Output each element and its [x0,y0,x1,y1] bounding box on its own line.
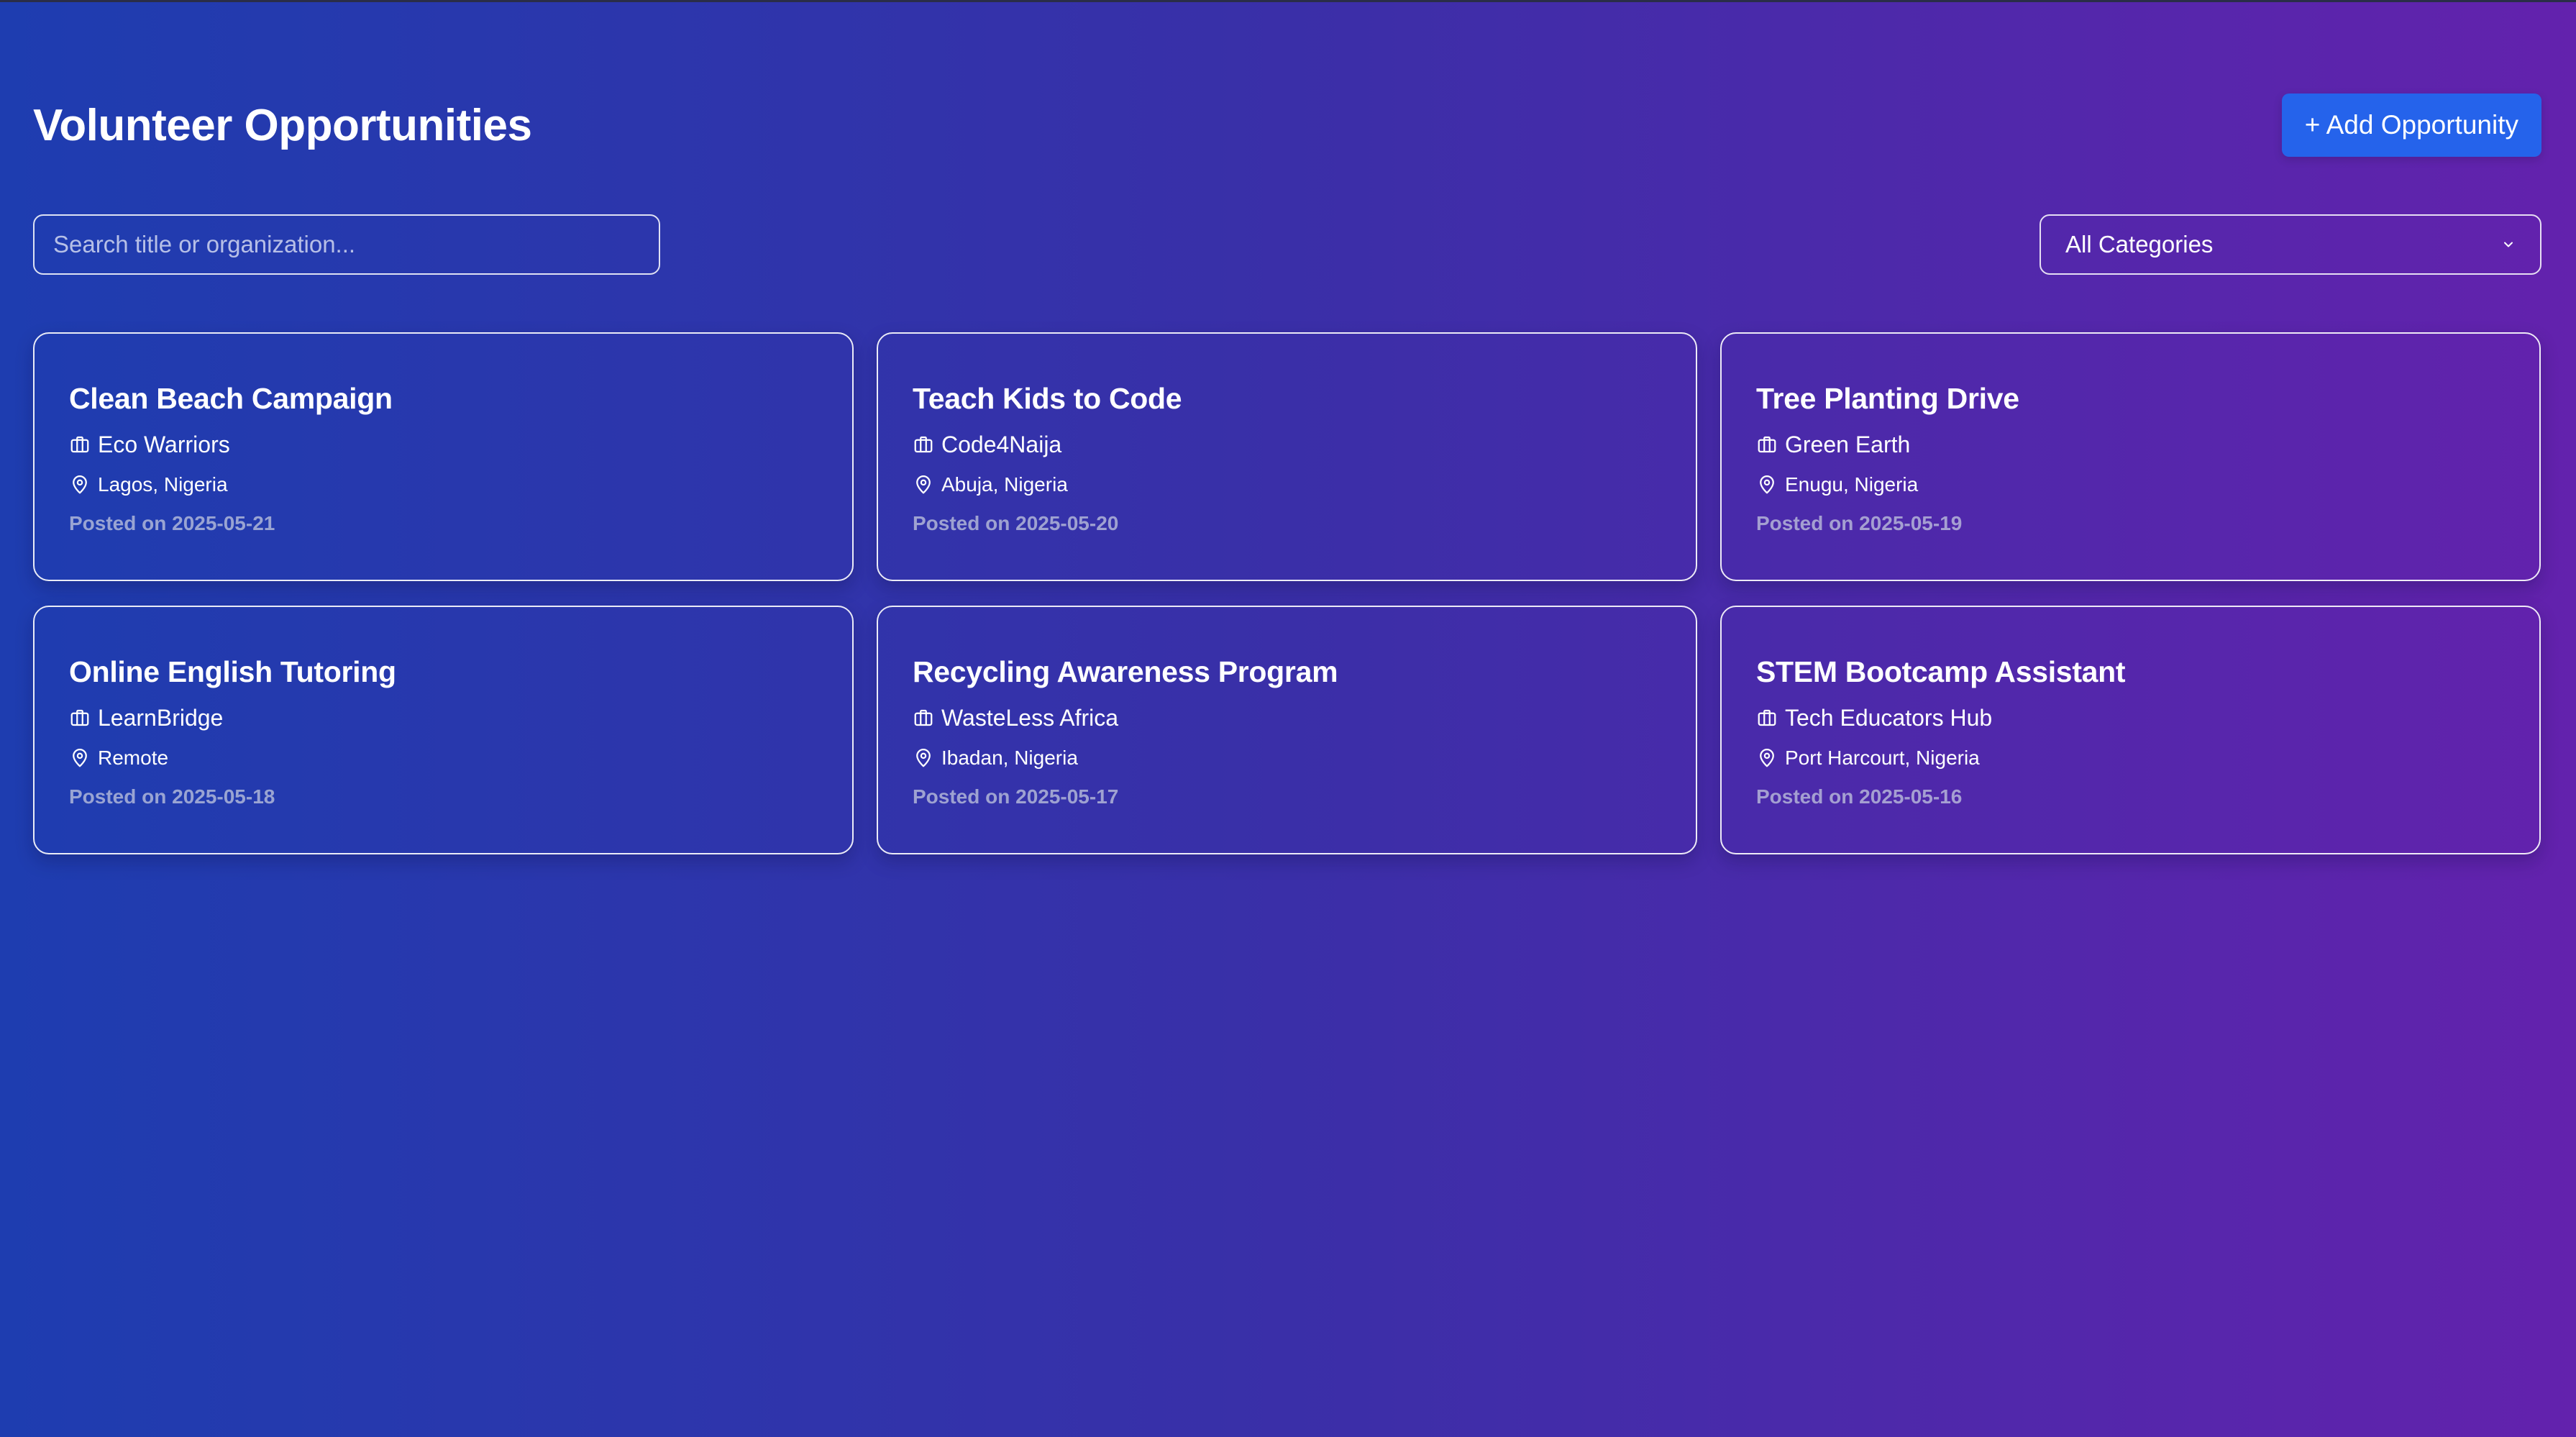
card-location-text: Lagos, Nigeria [98,473,228,496]
card-title: Online English Tutoring [69,655,396,688]
card-organization-text: WasteLess Africa [941,705,1119,731]
opportunity-grid: Clean Beach Campaign Eco Warriors Lagos,… [33,332,2541,854]
card-posted-date: Posted on 2025-05-20 [913,512,1119,534]
card-organization-text: Green Earth [1785,432,1911,457]
card-location: Lagos, Nigeria [69,472,818,498]
page-title: Volunteer Opportunities [33,101,532,150]
briefcase-icon [1758,436,1776,453]
card-organization-text: Eco Warriors [98,432,230,457]
add-opportunity-button[interactable]: + Add Opportunity [2281,93,2541,157]
card-location: Remote [69,745,818,771]
header: Volunteer Opportunities + Add Opportunit… [33,93,2541,158]
card-location-text: Port Harcourt, Nigeria [1785,747,1980,769]
card-posted-date: Posted on 2025-05-17 [913,785,1119,808]
card-posted-date: Posted on 2025-05-18 [69,785,275,808]
card-organization: Tech Educators Hub [1756,703,2505,732]
opportunity-card[interactable]: Recycling Awareness Program WasteLess Af… [877,606,1697,854]
card-title: Tree Planting Drive [1756,382,2019,415]
search-input[interactable] [33,214,660,275]
card-organization: LearnBridge [69,703,818,732]
map-pin-icon [73,749,87,767]
card-title: Recycling Awareness Program [913,655,1338,688]
opportunity-card[interactable]: STEM Bootcamp Assistant Tech Educators H… [1720,606,2541,854]
briefcase-icon [914,709,933,726]
card-location-text: Enugu, Nigeria [1785,473,1919,496]
card-organization: Code4Naija [913,430,1661,459]
card-organization: WasteLess Africa [913,703,1661,732]
opportunity-card[interactable]: Online English Tutoring LearnBridge Remo… [33,606,854,854]
card-organization-text: LearnBridge [98,705,224,731]
window-top-border [0,0,2576,2]
map-pin-icon [1760,749,1774,767]
card-title: Teach Kids to Code [913,382,1182,415]
opportunity-card[interactable]: Clean Beach Campaign Eco Warriors Lagos,… [33,332,854,581]
card-location: Enugu, Nigeria [1756,472,2505,498]
card-organization: Eco Warriors [69,430,818,459]
card-location: Port Harcourt, Nigeria [1756,745,2505,771]
card-location: Ibadan, Nigeria [913,745,1661,771]
card-title: Clean Beach Campaign [69,382,393,415]
map-pin-icon [916,475,931,494]
card-location-text: Ibadan, Nigeria [941,747,1078,769]
map-pin-icon [1760,475,1774,494]
briefcase-icon [70,436,89,453]
card-location-text: Abuja, Nigeria [941,473,1068,496]
card-organization-text: Code4Naija [941,432,1062,457]
category-select[interactable]: All Categories [2040,214,2541,275]
card-location-text: Remote [98,747,169,769]
briefcase-icon [914,436,933,453]
map-pin-icon [916,749,931,767]
chevron-down-icon [2504,242,2513,247]
map-pin-icon [73,475,87,494]
card-posted-date: Posted on 2025-05-21 [69,512,275,534]
briefcase-icon [70,709,89,726]
card-location: Abuja, Nigeria [913,472,1661,498]
briefcase-icon [1758,709,1776,726]
opportunity-card[interactable]: Tree Planting Drive Green Earth Enugu, N… [1720,332,2541,581]
card-organization: Green Earth [1756,430,2505,459]
category-select-value: All Categories [2065,231,2214,257]
card-title: STEM Bootcamp Assistant [1756,655,2126,688]
card-organization-text: Tech Educators Hub [1785,705,1993,731]
opportunity-card[interactable]: Teach Kids to Code Code4Naija Abuja, Nig… [877,332,1697,581]
card-posted-date: Posted on 2025-05-16 [1756,785,1963,808]
filter-bar: All Categories [33,214,2541,275]
card-posted-date: Posted on 2025-05-19 [1756,512,1963,534]
